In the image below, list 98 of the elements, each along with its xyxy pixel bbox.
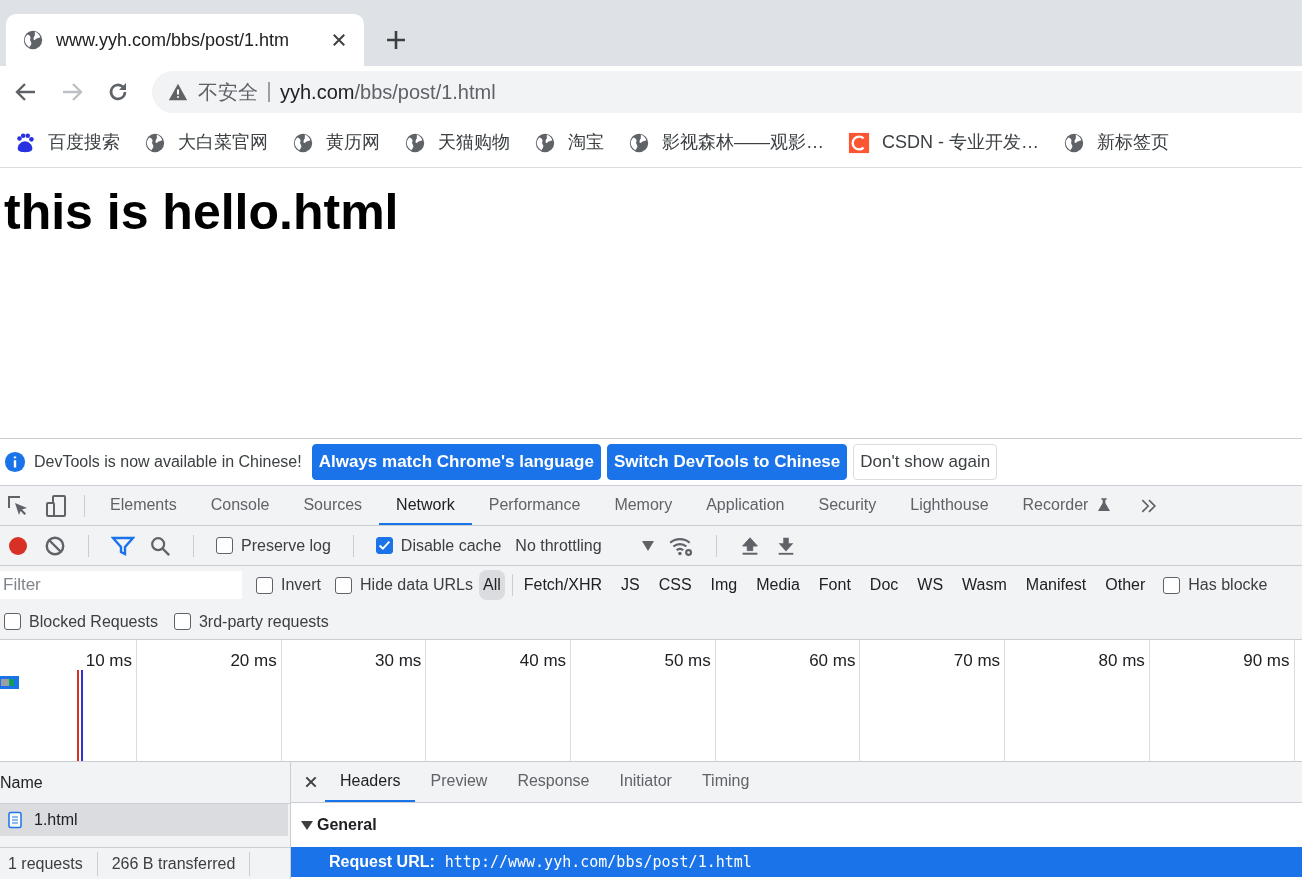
globe-icon: [1063, 131, 1085, 154]
url-text: yyh.com/bbs/post/1.html: [280, 80, 496, 105]
filter-type[interactable]: Other: [1101, 570, 1150, 600]
filter-type[interactable]: Img: [706, 570, 742, 600]
details-tab[interactable]: Headers: [325, 762, 416, 802]
filter-field[interactable]: Filter: [0, 571, 242, 599]
tick-label: 30 ms: [375, 651, 422, 670]
c-logo-icon: [848, 131, 870, 154]
checkbox-label: Has blocke: [1188, 575, 1268, 595]
request-row[interactable]: 1.html: [0, 804, 288, 836]
infobar-button[interactable]: Always match Chrome's language: [311, 444, 601, 480]
panel-tab[interactable]: Performance: [471, 486, 598, 525]
bookmark-link[interactable]: 百度搜索: [48, 129, 120, 156]
close-icon[interactable]: [330, 31, 348, 49]
filter-type[interactable]: CSS: [654, 570, 696, 600]
filter-type[interactable]: Wasm: [958, 570, 1011, 600]
details-tab[interactable]: Initiator: [604, 762, 687, 802]
panel-tab[interactable]: Security: [801, 486, 894, 525]
globe-icon: [534, 131, 556, 154]
bookmark-link[interactable]: 大白菜官网: [178, 129, 268, 156]
checkbox-label: Hide data URLs: [360, 575, 473, 595]
browser-tab[interactable]: www.yyh.com/bbs/post/1.htm: [6, 14, 364, 66]
checkbox[interactable]: [173, 613, 191, 630]
panel-tab[interactable]: Lighthouse: [893, 486, 1006, 525]
globe-icon: [22, 29, 44, 51]
device-icon[interactable]: [44, 493, 68, 518]
globe-icon: [144, 131, 166, 154]
checkbox[interactable]: [1163, 576, 1181, 594]
search-icon[interactable]: [149, 534, 171, 557]
details-tab[interactable]: Response: [502, 762, 605, 802]
document-icon: [6, 811, 24, 829]
checkbox[interactable]: [375, 537, 393, 554]
filter-type[interactable]: All: [478, 570, 505, 600]
info-message: DevTools is now available in Chinese!: [34, 452, 302, 472]
info-icon: [4, 451, 26, 473]
panel-tab[interactable]: Memory: [597, 486, 690, 525]
tick-label: 40 ms: [519, 651, 567, 670]
bookmark-link[interactable]: 黄历网: [326, 129, 380, 156]
header-name: Request URL:: [329, 852, 435, 872]
panel-tab[interactable]: Application: [689, 486, 802, 525]
infobar-button[interactable]: Don't show again: [853, 444, 998, 480]
globe-icon: [404, 131, 426, 154]
tick-label: 80 ms: [1098, 651, 1145, 670]
filter-type[interactable]: WS: [913, 570, 948, 600]
status-text: 266 B transferred: [111, 851, 251, 876]
details-tab[interactable]: Timing: [686, 762, 765, 802]
panel-tab[interactable]: Console: [193, 486, 287, 525]
caret-icon: [641, 540, 654, 551]
panel-tab[interactable]: Recorder: [1005, 486, 1130, 525]
plus-icon[interactable]: [384, 28, 408, 52]
filter-type[interactable]: JS: [617, 570, 644, 600]
close-icon[interactable]: [303, 774, 319, 790]
tick-label: 90 ms: [1243, 651, 1290, 670]
filter-type[interactable]: Fetch/XHR: [519, 570, 606, 600]
checkbox-label: Invert: [281, 575, 321, 595]
clear-icon[interactable]: [44, 534, 66, 557]
globe-icon: [292, 131, 314, 154]
address-bar[interactable]: 不安全 yyh.com/bbs/post/1.html: [152, 71, 1302, 113]
panel-tab[interactable]: Elements: [93, 486, 194, 525]
header-row[interactable]: Request URL: http://www.yyh.com/bbs/post/1.html: [291, 847, 1302, 877]
page-heading: this is hello.html: [4, 183, 400, 242]
bookmark-link[interactable]: 天猫购物: [438, 129, 510, 156]
globe-icon: [628, 131, 650, 154]
tick-label: 10 ms: [85, 651, 132, 670]
security-label: 不安全: [198, 82, 270, 102]
bookmark-link[interactable]: CSDN - 专业开发…: [882, 129, 1039, 156]
bookmark-link[interactable]: 新标签页: [1097, 129, 1169, 156]
warning-icon: [168, 82, 188, 102]
status-text: 1 requests: [8, 851, 98, 876]
checkbox[interactable]: [256, 576, 273, 594]
section-header[interactable]: General: [291, 803, 1302, 847]
column-header: Name: [0, 772, 43, 793]
panel-tab[interactable]: Network: [379, 486, 472, 525]
bookmark-link[interactable]: 影视森林——观影…: [662, 129, 824, 156]
infobar-button[interactable]: Switch DevTools to Chinese: [606, 444, 848, 480]
filter-type[interactable]: Font: [814, 570, 855, 600]
paw-icon: [14, 131, 36, 154]
throttling-select[interactable]: No throttling: [515, 533, 654, 558]
tick-label: 60 ms: [809, 651, 856, 670]
bookmark-link[interactable]: 淘宝: [568, 129, 604, 156]
checkbox[interactable]: [4, 613, 21, 630]
details-tab[interactable]: Preview: [415, 762, 503, 802]
filter-type[interactable]: Doc: [865, 570, 903, 600]
checkbox-label: Preserve log: [241, 535, 331, 556]
tick-label: 50 ms: [664, 651, 711, 670]
filter-type[interactable]: Manifest: [1021, 570, 1091, 600]
checkbox-label: 3rd-party requests: [198, 611, 329, 632]
triangle-icon: [301, 819, 313, 831]
panel-tab[interactable]: Sources: [286, 486, 380, 525]
check-icon: [377, 539, 391, 552]
checkbox-label: Blocked Requests: [29, 611, 158, 632]
tick-label: 20 ms: [230, 651, 277, 670]
tick-label: 70 ms: [953, 651, 1001, 670]
filter-type[interactable]: Media: [752, 570, 804, 600]
header-value: http://www.yyh.com/bbs/post/1.html: [444, 851, 752, 873]
checkbox[interactable]: [335, 576, 352, 594]
checkbox-label: Disable cache: [400, 535, 502, 556]
checkbox[interactable]: [216, 537, 233, 554]
